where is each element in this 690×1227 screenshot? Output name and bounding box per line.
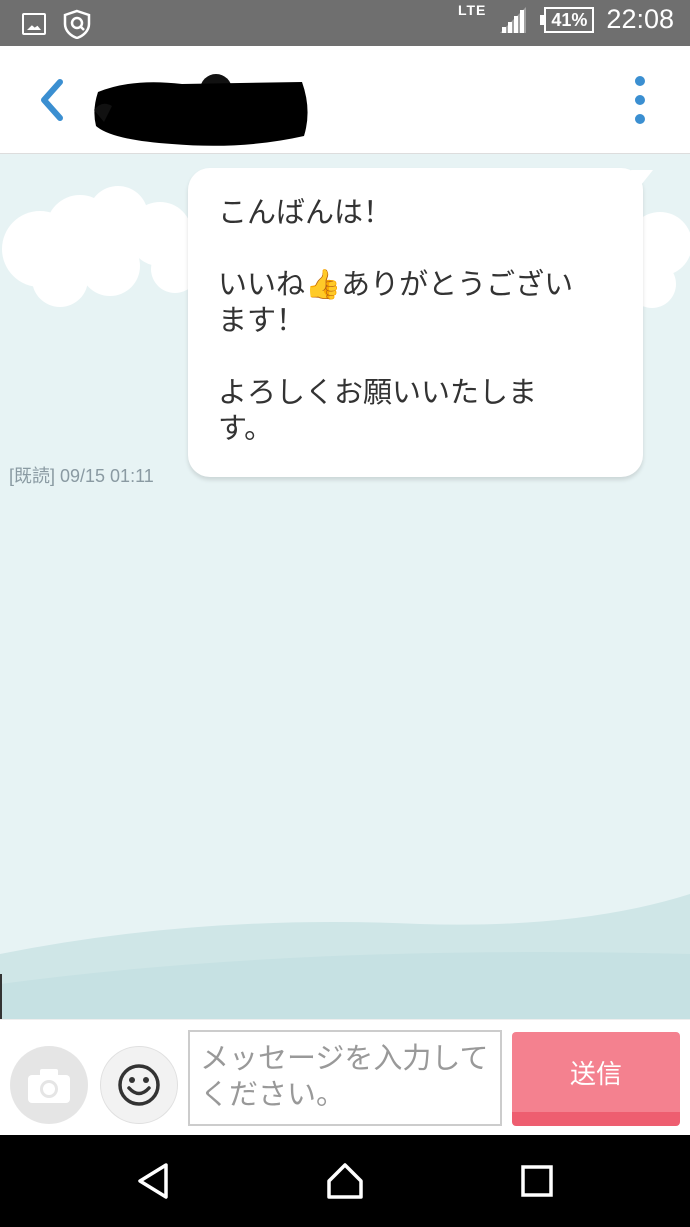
read-timestamp: [既読] 09/15 01:11: [9, 466, 154, 486]
composer-bar: メッセージを入力してください。 送信: [0, 1019, 690, 1135]
battery-icon: 41%: [540, 6, 595, 33]
message-input[interactable]: メッセージを入力してください。: [188, 1030, 502, 1126]
status-bar: LTE 41% 22:08: [0, 0, 690, 46]
camera-icon: [28, 1069, 70, 1103]
more-vertical-icon[interactable]: [630, 76, 650, 124]
message-bubble[interactable]: こんばんは！ いいね👍ありがとうござい ます！ よろしくお願いいたしま す。: [188, 168, 653, 477]
chat-header: [0, 46, 690, 154]
smiley-icon: [118, 1064, 160, 1106]
message-text: こんばんは！ いいね👍ありがとうござい ます！ よろしくお願いいたしま す。: [218, 194, 613, 446]
shield-icon: [63, 9, 91, 39]
status-right: LTE 41% 22:08: [457, 1, 674, 35]
chat-area[interactable]: こんばんは！ いいね👍ありがとうござい ます！ よろしくお願いいたしま す。 […: [0, 154, 690, 1019]
redacted-contact-name: [94, 74, 308, 146]
system-nav-bar: [0, 1135, 690, 1227]
status-left: [22, 9, 92, 39]
thumbs-up-icon: 👍: [305, 267, 342, 301]
image-icon: [22, 13, 46, 35]
battery-level: 41%: [544, 6, 595, 33]
home-icon[interactable]: [325, 1161, 365, 1201]
signal-icon: [500, 6, 527, 33]
network-type: LTE: [457, 1, 487, 18]
send-button[interactable]: 送信: [512, 1032, 680, 1126]
camera-button[interactable]: [10, 1046, 88, 1124]
bubble-tail: [631, 170, 653, 190]
chevron-left-icon[interactable]: [30, 76, 78, 124]
scroll-indicator: [0, 974, 2, 1019]
back-triangle-icon[interactable]: [134, 1161, 174, 1201]
emoji-button[interactable]: [100, 1046, 178, 1124]
recent-apps-icon[interactable]: [517, 1161, 557, 1201]
clock: 22:08: [606, 4, 674, 34]
